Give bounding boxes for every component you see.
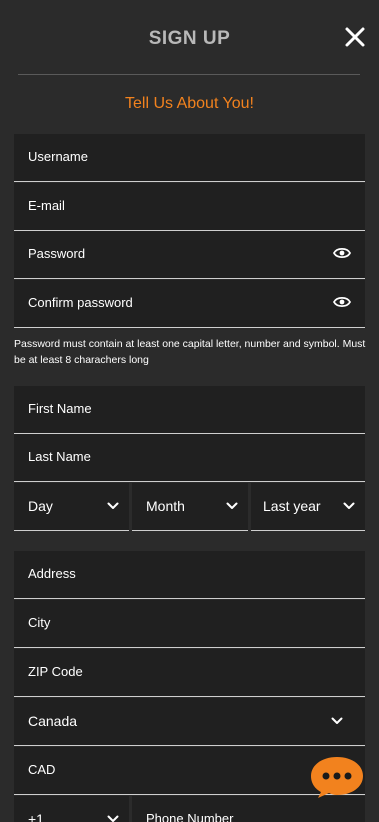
email-placeholder: E-mail	[28, 198, 65, 213]
confirm-password-placeholder: Confirm password	[28, 295, 133, 310]
country-select[interactable]: Canada	[14, 698, 365, 746]
address-field[interactable]: Address	[14, 551, 365, 599]
city-placeholder: City	[28, 615, 51, 630]
day-value: Day	[28, 498, 53, 514]
username-placeholder: Username	[28, 149, 88, 164]
city-field[interactable]: City	[14, 600, 365, 648]
section-subtitle: Tell Us About You!	[125, 95, 254, 112]
day-select[interactable]: Day	[14, 483, 129, 531]
currency-value: CAD	[28, 762, 56, 777]
year-select[interactable]: Last year	[251, 483, 365, 531]
username-field[interactable]: Username	[14, 134, 365, 182]
last-name-field[interactable]: Last Name	[14, 434, 365, 482]
country-value: Canada	[28, 713, 78, 729]
zip-code-field[interactable]: ZIP Code	[14, 649, 365, 697]
phone-code-select[interactable]: +1	[14, 796, 129, 822]
header-divider	[18, 74, 360, 75]
address-placeholder: Address	[28, 566, 76, 581]
password-hint: Password must contain at least one capit…	[14, 338, 366, 366]
page-title: SIGN UP	[148, 28, 231, 49]
header: SIGN UP	[0, 0, 379, 76]
year-value: Last year	[263, 498, 321, 514]
last-name-placeholder: Last Name	[28, 449, 91, 464]
chevron-down-icon	[331, 717, 343, 724]
confirm-password-field[interactable]: Confirm password	[14, 280, 365, 328]
email-field[interactable]: E-mail	[14, 183, 365, 231]
phone-number-field[interactable]: Phone Number	[132, 796, 365, 822]
close-icon[interactable]	[344, 26, 366, 48]
phone-number-placeholder: Phone Number	[146, 811, 234, 822]
password-field[interactable]: Password	[14, 231, 365, 279]
eye-icon[interactable]	[333, 246, 351, 260]
first-name-field[interactable]: First Name	[14, 386, 365, 434]
chevron-down-icon	[107, 815, 119, 822]
password-placeholder: Password	[28, 246, 86, 261]
chevron-down-icon	[343, 502, 355, 509]
month-select[interactable]: Month	[132, 483, 248, 531]
chevron-down-icon	[226, 502, 238, 509]
first-name-placeholder: First Name	[28, 401, 92, 416]
phone-code-value: +1	[28, 811, 44, 822]
zip-code-placeholder: ZIP Code	[28, 664, 83, 679]
chevron-down-icon	[107, 502, 119, 509]
chat-icon[interactable]	[309, 755, 365, 799]
eye-icon[interactable]	[333, 295, 351, 309]
month-value: Month	[146, 498, 185, 514]
